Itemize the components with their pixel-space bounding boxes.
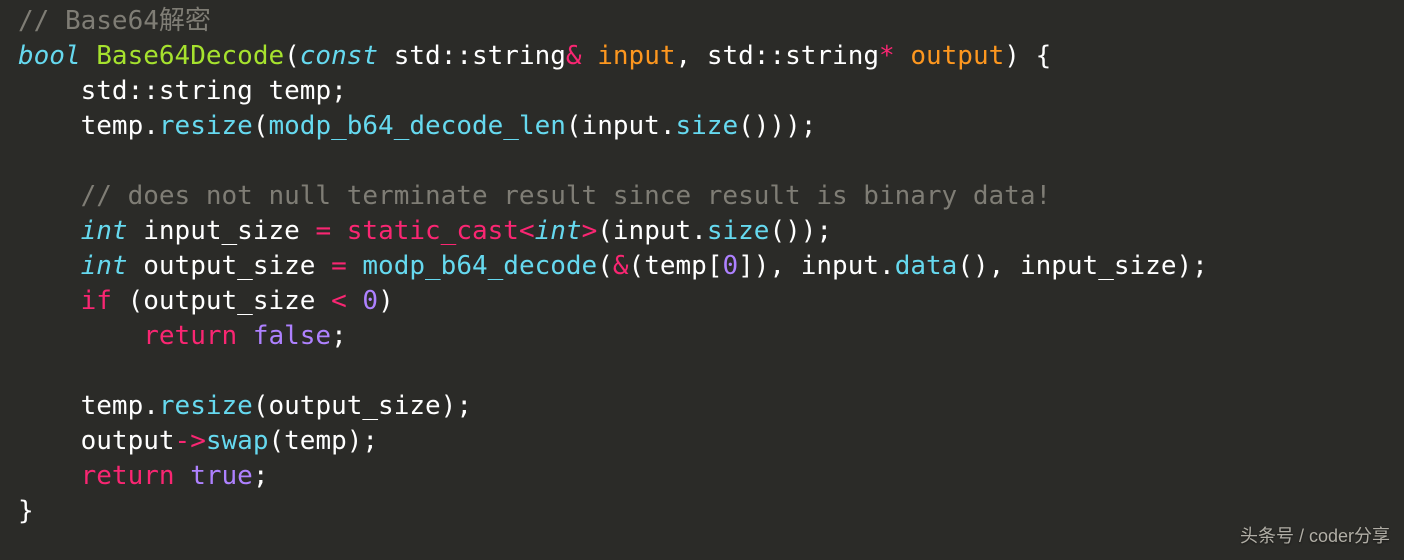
code-line: temp.resize(output_size); [18,391,472,421]
code-line: bool Base64Decode(const std::string& inp… [18,41,1051,71]
code-line: } [18,496,34,526]
code-line: std::string temp; [18,76,347,106]
code-line: // does not null terminate result since … [18,181,1051,211]
comment: // Base64解密 [18,6,211,36]
code-line: return false; [18,321,347,351]
code-line: output->swap(temp); [18,426,378,456]
code-line: int input_size = static_cast<int>(input.… [18,216,832,246]
code-line: int output_size = modp_b64_decode(&(temp… [18,251,1208,281]
function-name: Base64Decode [96,41,284,71]
code-line: return true; [18,461,268,491]
code-block: // Base64解密 bool Base64Decode(const std:… [0,0,1404,529]
code-line: temp.resize(modp_b64_decode_len(input.si… [18,111,816,141]
code-line: if (output_size < 0) [18,286,394,316]
code-line: // Base64解密 [18,6,211,36]
watermark: 头条号 / coder分享 [1240,519,1390,554]
comment: // does not null terminate result since … [81,181,1052,211]
